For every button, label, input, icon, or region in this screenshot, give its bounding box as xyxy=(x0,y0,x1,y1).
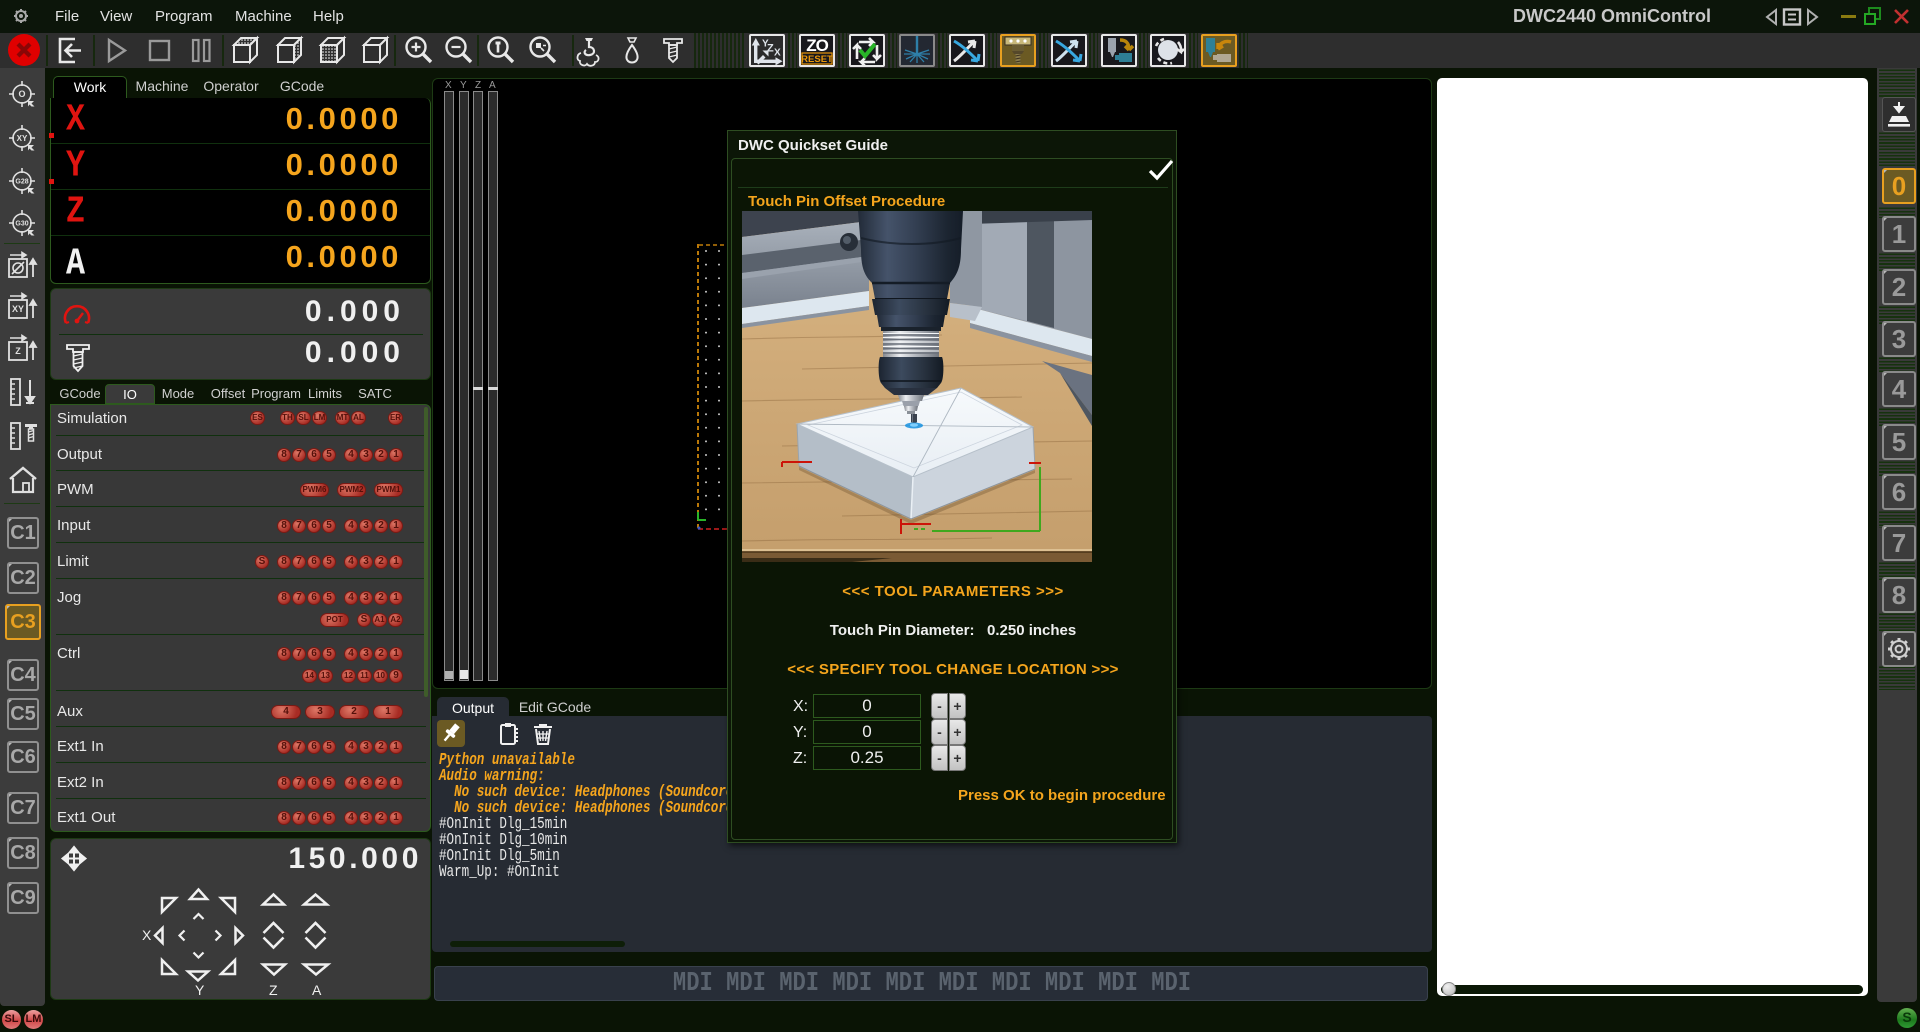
svg-text:A: A xyxy=(312,982,322,998)
svg-text:X: X xyxy=(142,927,152,943)
svg-text:XY: XY xyxy=(12,304,24,314)
svg-text:X: X xyxy=(774,48,781,59)
svg-text:G28: G28 xyxy=(15,178,28,185)
svg-text:Z: Z xyxy=(15,346,21,356)
svg-text:RESET: RESET xyxy=(801,54,833,65)
svg-text:G30: G30 xyxy=(15,220,28,227)
svg-text:Z: Z xyxy=(767,43,774,55)
svg-text:Z: Z xyxy=(269,982,278,998)
svg-text:ZO: ZO xyxy=(806,36,828,55)
svg-text:Y: Y xyxy=(195,982,205,998)
svg-text:O: O xyxy=(18,89,25,99)
svg-text:XY: XY xyxy=(17,134,28,143)
